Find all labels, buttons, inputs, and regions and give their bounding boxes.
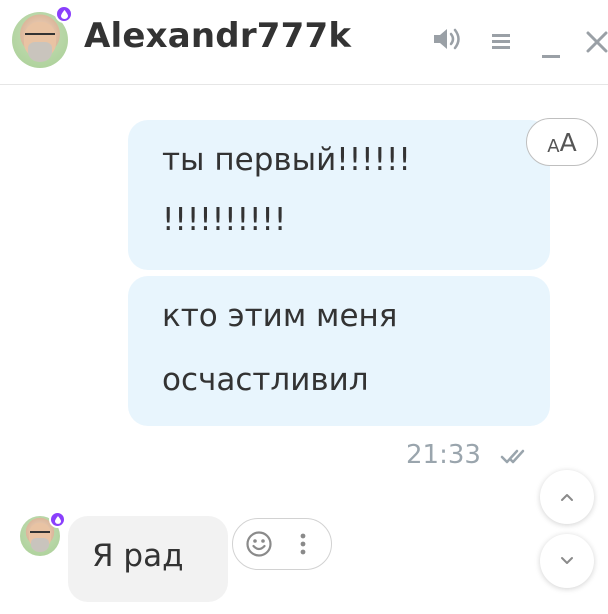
smiley-icon[interactable] <box>245 530 273 558</box>
double-check-icon <box>500 446 528 466</box>
drop-icon <box>49 511 66 528</box>
font-toggle-small-a: A <box>547 136 560 157</box>
scroll-down-button[interactable] <box>540 534 594 588</box>
chevron-down-icon <box>561 557 573 564</box>
more-vertical-icon[interactable] <box>297 532 309 558</box>
drop-icon <box>55 5 73 23</box>
minimize-icon[interactable] <box>536 30 566 60</box>
outgoing-message[interactable]: ты первый!!!!!! !!!!!!!!!! <box>128 120 550 270</box>
avatar-beard <box>27 42 53 63</box>
message-text-line: ты первый!!!!!! <box>162 142 411 178</box>
message-timestamp: 21:33 <box>406 440 481 470</box>
menu-icon[interactable] <box>486 26 516 56</box>
message-text-line: осчастливил <box>162 362 369 398</box>
avatar-glasses <box>25 33 55 42</box>
font-size-toggle[interactable]: AA <box>526 118 598 166</box>
volume-icon[interactable] <box>430 24 464 54</box>
outgoing-message[interactable]: кто этим меня осчастливил <box>128 276 550 426</box>
message-text-line: кто этим меня <box>162 298 398 334</box>
message-actions <box>232 518 332 570</box>
message-text-line: Я рад <box>92 538 184 574</box>
incoming-message[interactable]: Я рад <box>68 516 228 602</box>
scroll-up-button[interactable] <box>540 470 594 524</box>
close-icon[interactable] <box>582 26 608 56</box>
contact-name[interactable]: Alexandr777k <box>84 16 351 56</box>
chat-header: Alexandr777k <box>0 0 608 85</box>
chevron-up-icon <box>561 494 573 501</box>
avatar-beard <box>31 537 49 552</box>
message-text-line: !!!!!!!!!! <box>162 202 287 238</box>
font-toggle-big-a: A <box>559 128 577 157</box>
avatar-glasses <box>29 531 51 538</box>
